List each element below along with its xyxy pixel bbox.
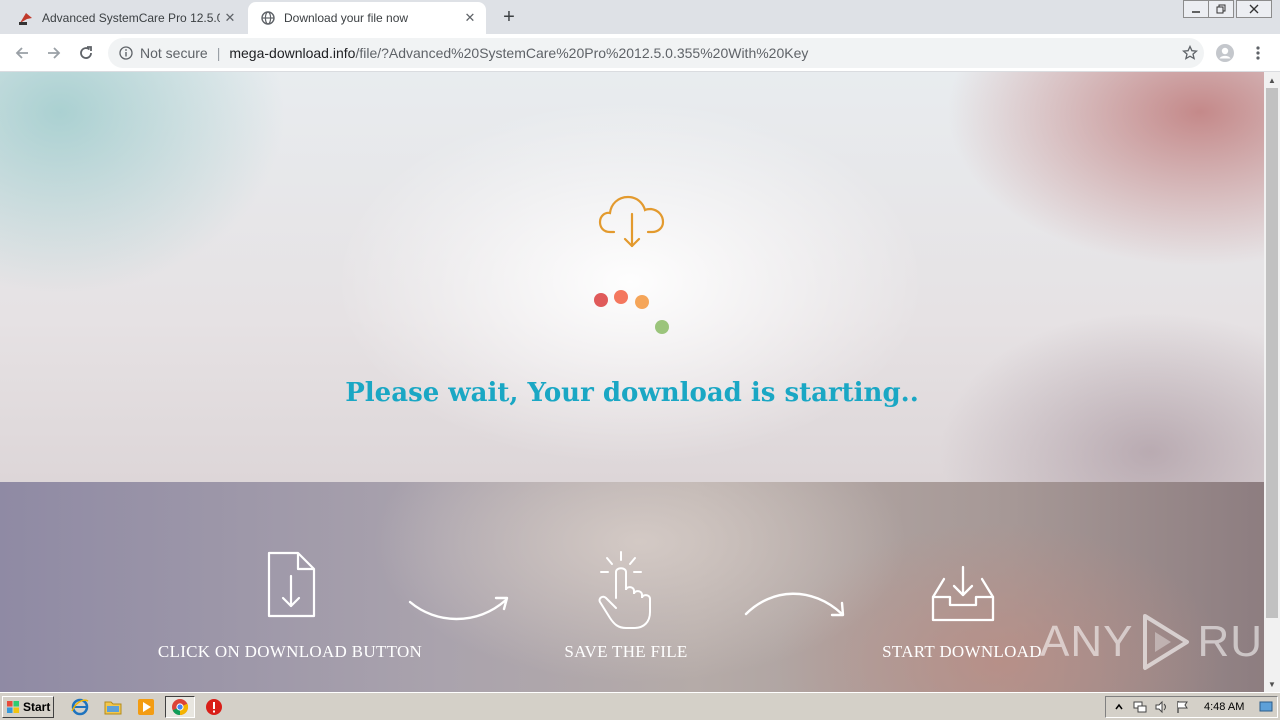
menu-dots-icon[interactable]	[1246, 41, 1270, 65]
new-tab-button[interactable]: +	[498, 6, 520, 28]
step-label-click-download: CLICK ON DOWNLOAD BUTTON	[157, 642, 423, 661]
curved-arrow-icon	[408, 596, 509, 621]
cloud-download-icon	[598, 195, 665, 248]
tab-close-icon[interactable]: ✕	[220, 8, 240, 28]
globe-icon	[260, 10, 276, 26]
stop-sign-icon[interactable]	[204, 697, 224, 717]
scroll-up-icon[interactable]: ▲	[1264, 72, 1280, 88]
network-icon[interactable]	[1132, 699, 1148, 715]
tab-download-your-file[interactable]: Download your file now ✕	[248, 2, 486, 34]
play-logo-icon	[1143, 614, 1190, 670]
tab-advanced-systemcare[interactable]: Advanced SystemCare Pro 12.5.0.35 ✕	[8, 2, 246, 34]
loader-dot	[655, 320, 669, 334]
forward-icon[interactable]	[42, 41, 66, 65]
show-desktop-icon[interactable]	[1258, 699, 1274, 715]
minimize-icon[interactable]	[1183, 0, 1209, 18]
tab-favicon-icon	[18, 10, 34, 26]
windows-taskbar: Start 4:48 AM	[0, 692, 1280, 720]
loader-dot	[635, 295, 649, 309]
url-path: /file/?Advanced%20SystemCare%20Pro%2012.…	[355, 45, 809, 61]
info-icon[interactable]	[118, 45, 134, 61]
scroll-down-icon[interactable]: ▼	[1264, 676, 1280, 692]
step-label-save-file: SAVE THE FILE	[564, 642, 688, 661]
taskbar-clock[interactable]: 4:48 AM	[1204, 701, 1244, 713]
address-bar[interactable]: Not secure | mega-download.info /file/?A…	[108, 38, 1204, 68]
curved-arrow-icon	[744, 592, 845, 617]
hero-section	[0, 72, 1264, 482]
tab-strip: Advanced SystemCare Pro 12.5.0.35 ✕ Down…	[0, 0, 1280, 34]
watermark-right-text: RUN	[1197, 617, 1264, 666]
internet-explorer-icon[interactable]	[70, 697, 90, 717]
browser-toolbar: Not secure | mega-download.info /file/?A…	[0, 34, 1280, 72]
action-center-flag-icon[interactable]	[1174, 699, 1190, 715]
start-button[interactable]: Start	[2, 696, 54, 718]
tray-expand-icon[interactable]	[1111, 699, 1127, 715]
loader-dot	[614, 290, 628, 304]
profile-avatar-icon[interactable]	[1213, 41, 1237, 65]
volume-icon[interactable]	[1153, 699, 1169, 715]
media-player-icon[interactable]	[136, 697, 156, 717]
security-label: Not secure	[140, 45, 208, 61]
step-label-start-download: START DOWNLOAD	[882, 642, 1042, 661]
vertical-scrollbar[interactable]: ▲ ▼	[1264, 72, 1280, 692]
close-window-icon[interactable]	[1236, 0, 1272, 18]
restore-icon[interactable]	[1208, 0, 1234, 18]
windows-flag-icon	[7, 701, 19, 713]
anyrun-watermark: ANY RUN	[1040, 610, 1264, 674]
address-separator: |	[216, 45, 221, 61]
chrome-icon[interactable]	[165, 696, 195, 718]
url-host: mega-download.info	[229, 45, 356, 61]
inbox-download-icon	[931, 565, 995, 622]
download-file-icon	[267, 551, 316, 618]
loader-dot	[594, 293, 608, 307]
bookmark-star-icon[interactable]	[1178, 41, 1202, 65]
watermark-left-text: ANY	[1040, 617, 1134, 666]
tab-title: Download your file now	[284, 11, 409, 25]
tap-hand-icon	[598, 551, 651, 629]
tab-title: Advanced SystemCare Pro 12.5.0.35	[42, 11, 220, 25]
scroll-thumb[interactable]	[1266, 88, 1278, 618]
file-explorer-icon[interactable]	[103, 697, 123, 717]
reload-icon[interactable]	[74, 41, 98, 65]
system-tray: 4:48 AM	[1105, 696, 1278, 718]
back-icon[interactable]	[10, 41, 34, 65]
page-content: Please wait, Your download is starting..	[0, 72, 1264, 692]
tab-close-icon[interactable]: ✕	[460, 8, 480, 28]
download-status-message: Please wait, Your download is starting..	[345, 378, 919, 408]
start-label: Start	[23, 700, 51, 714]
